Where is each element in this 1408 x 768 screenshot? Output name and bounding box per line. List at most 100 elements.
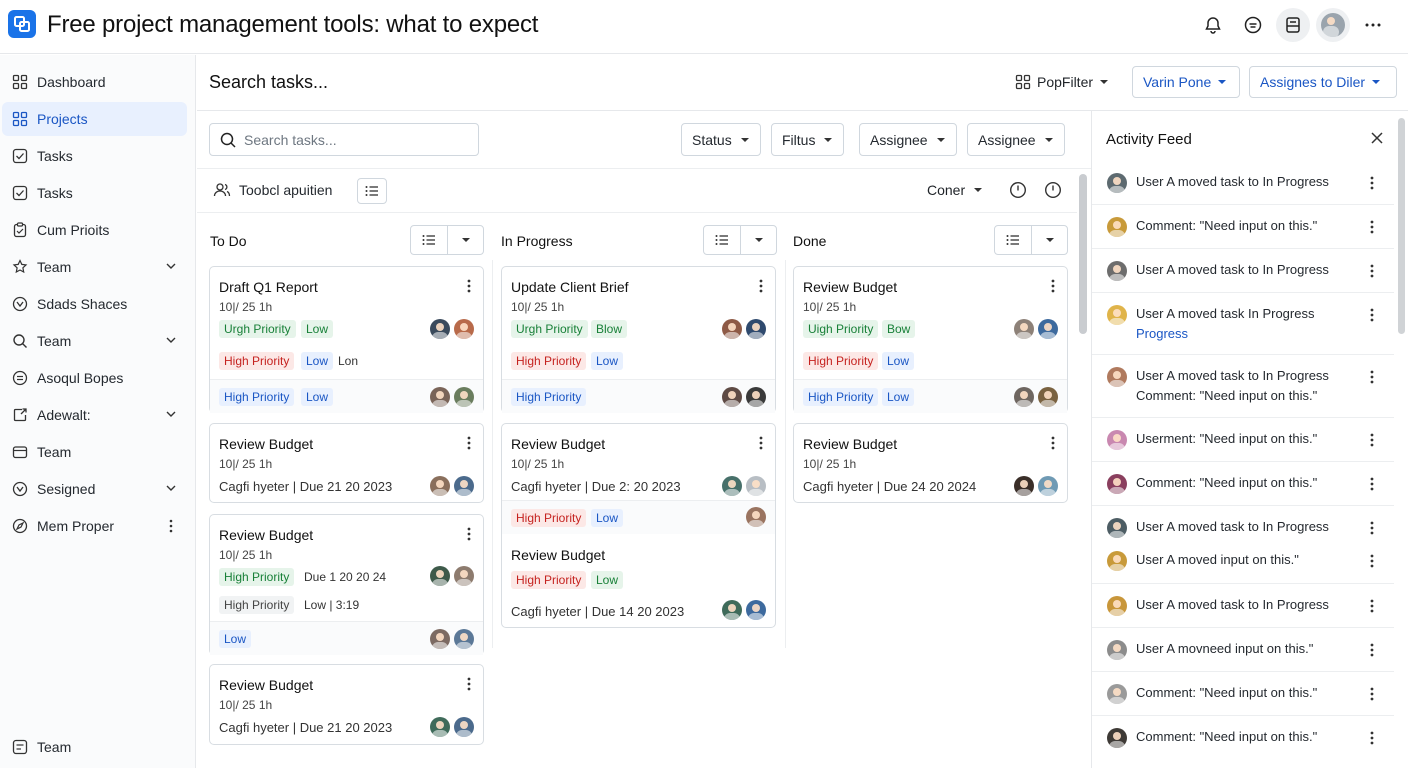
assignee-filter-1[interactable]: Assignee [859,123,957,156]
more-vertical-icon[interactable] [1370,370,1374,384]
column-dropdown-button[interactable] [1031,226,1067,254]
more-vertical-icon[interactable] [1051,436,1055,450]
avatar[interactable] [430,319,450,339]
more-vertical-icon[interactable] [759,279,763,293]
sidebar-item-spaces[interactable]: Sdads Shaces [2,287,187,321]
varin-pone-button[interactable]: Varin Pone [1132,66,1240,98]
avatar[interactable] [1038,476,1058,496]
sidebar-item-sesigned[interactable]: Sesigned [2,472,187,506]
sidebar-item-team-folder[interactable]: Team [2,435,187,469]
avatar[interactable] [1014,387,1034,407]
avatar[interactable] [1014,319,1034,339]
activity-scrollbar[interactable] [1398,118,1405,334]
more-vertical-icon[interactable] [1370,554,1374,568]
more-vertical-icon[interactable] [1370,521,1374,535]
avatar[interactable] [454,476,474,496]
bell-icon[interactable] [1196,8,1230,42]
sidebar-item-tasks[interactable]: Tasks [2,139,187,173]
column-list-button[interactable] [704,226,740,254]
app-logo-icon[interactable] [8,10,36,38]
chevron-down-icon[interactable] [165,260,177,272]
activity-item[interactable]: User A moved task to In Progress Comment:… [1092,355,1394,418]
avatar[interactable] [454,629,474,649]
avatar[interactable] [1038,319,1058,339]
more-vertical-icon[interactable] [759,436,763,450]
column-dropdown-button[interactable] [447,226,483,254]
task-card-review-budget[interactable]: Review Budget 10|/ 25 1h Cagfi hyeter | … [209,664,484,745]
coner-dropdown[interactable]: Coner [927,182,983,198]
avatar[interactable] [1038,387,1058,407]
more-vertical-icon[interactable] [1370,477,1374,491]
avatar[interactable] [722,476,742,496]
timer-icon[interactable] [1044,181,1062,199]
avatar[interactable] [430,387,450,407]
task-card-review-budget[interactable]: Review Budget 10|/ 25 1h Uigh Priority B… [793,266,1068,413]
assignee-filter-2[interactable]: Assignee [967,123,1065,156]
avatar[interactable] [746,387,766,407]
more-icon[interactable] [1356,8,1390,42]
more-vertical-icon[interactable] [1370,731,1374,745]
more-vertical-icon[interactable] [1370,176,1374,190]
activity-item[interactable]: User A moved task to In Progress [1092,249,1394,293]
activity-item[interactable]: Comment: "Need input on this." [1092,205,1394,249]
pop-filter-button[interactable]: PopFilter [1005,66,1119,98]
sidebar-item-priorities[interactable]: Cum Prioits [2,213,187,247]
avatar[interactable] [746,476,766,496]
more-vertical-icon[interactable] [1051,279,1055,293]
more-vertical-icon[interactable] [1370,220,1374,234]
avatar[interactable] [722,600,742,620]
assignees-button[interactable]: Assignes to Diler [1249,66,1397,98]
more-vertical-icon[interactable] [1370,643,1374,657]
more-vertical-icon[interactable] [1370,308,1374,322]
sidebar-footer-team[interactable]: Team [2,730,187,764]
more-vertical-icon[interactable] [1370,433,1374,447]
avatar[interactable] [430,717,450,737]
list-view-button[interactable] [357,178,387,204]
task-card-update-client-brief[interactable]: Update Client Brief 10|/ 25 1h Urgh Prio… [501,266,776,413]
column-list-button[interactable] [995,226,1031,254]
chevron-down-icon[interactable] [165,482,177,494]
avatar[interactable] [1014,476,1034,496]
activity-item[interactable]: User A moved task to In Progress User A … [1092,506,1394,584]
more-vertical-icon[interactable] [1370,599,1374,613]
avatar[interactable] [454,387,474,407]
sidebar-item-team-search[interactable]: Team [2,324,187,358]
sidebar-item-adewalt[interactable]: Adewalt: [2,398,187,432]
avatar[interactable] [722,319,742,339]
avatar[interactable] [430,566,450,586]
avatar[interactable] [746,600,766,620]
task-card-review-budget[interactable]: Review Budget 10|/ 25 1h High Priority D… [209,514,484,655]
more-vertical-icon[interactable] [467,527,471,541]
column-list-button[interactable] [411,226,447,254]
avatar[interactable] [454,717,474,737]
inbox-icon[interactable] [1276,8,1310,42]
sidebar-item-mem-proper[interactable]: Mem Proper [2,509,187,543]
more-vertical-icon[interactable] [165,519,177,533]
sidebar-item-asoqul[interactable]: Asoqul Bopes [2,361,187,395]
avatar[interactable] [454,319,474,339]
activity-item[interactable]: Comment: "Need input on this." [1092,462,1394,506]
activity-item[interactable]: User A moved task In Progress Progress [1092,293,1394,355]
more-vertical-icon[interactable] [1370,264,1374,278]
sidebar-item-projects[interactable]: Projects [2,102,187,136]
more-vertical-icon[interactable] [467,436,471,450]
task-card-draft-q1[interactable]: Draft Q1 Report 10|/ 25 1h Urgh Priority… [209,266,484,413]
sidebar-item-dashboard[interactable]: Dashboard [2,65,187,99]
activity-item[interactable]: User A moved task to In Progress [1092,161,1394,205]
sidebar-item-tasks-2[interactable]: Tasks [2,176,187,210]
activity-item[interactable]: Comment: "Need input on this." [1092,672,1394,716]
avatar[interactable] [1316,8,1350,42]
avatar[interactable] [722,387,742,407]
more-vertical-icon[interactable] [467,279,471,293]
avatar[interactable] [746,319,766,339]
avatar[interactable] [430,629,450,649]
close-icon[interactable] [1370,131,1384,145]
clock-icon[interactable] [1009,181,1027,199]
activity-item[interactable]: User A moved task to In Progress [1092,584,1394,628]
activity-item[interactable]: Userment: "Need input on this." [1092,418,1394,462]
filtus-filter[interactable]: Filtus [771,123,845,156]
chevron-down-icon[interactable] [165,408,177,420]
more-vertical-icon[interactable] [467,677,471,691]
column-dropdown-button[interactable] [740,226,776,254]
task-card-review-budget[interactable]: Review Budget 10|/ 25 1h Cagfi hyeter | … [501,423,776,628]
